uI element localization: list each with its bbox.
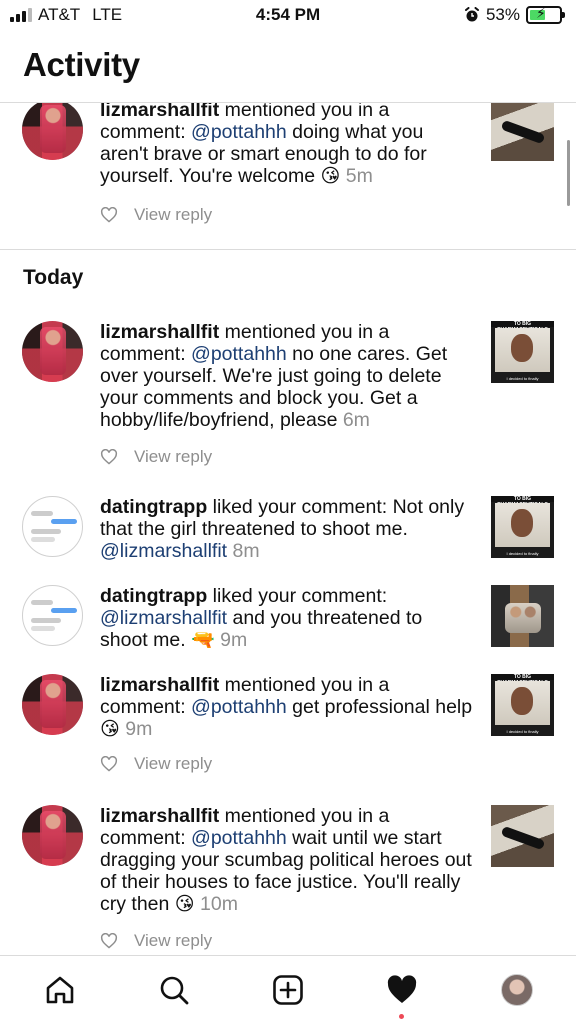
like-heart-icon[interactable] — [100, 933, 118, 949]
search-icon — [160, 976, 189, 1005]
battery-percent: 53% — [485, 5, 520, 24]
activity-item-like[interactable]: datingtrapp liked your comment: Not only… — [0, 496, 576, 576]
mention-link[interactable]: @lizmarshallfit — [100, 607, 227, 629]
scroll-indicator[interactable] — [567, 140, 570, 206]
timestamp: 9m — [220, 629, 248, 651]
reply-actions: View reply — [100, 205, 212, 225]
post-thumbnail[interactable]: TO BIG PHARMACEUTICALS I decided to fina… — [491, 321, 554, 383]
battery-icon: ⚡ — [526, 5, 565, 24]
tab-home[interactable] — [42, 972, 78, 1008]
kiss-emoji: 😘 — [320, 166, 341, 187]
kiss-emoji: 😘 — [100, 719, 120, 740]
charging-bolt-icon: ⚡ — [536, 5, 546, 21]
mention-link[interactable]: @pottahhh — [191, 121, 287, 143]
activity-item-mention[interactable]: lizmarshallfit mentioned you in a commen… — [0, 805, 576, 955]
tab-profile[interactable] — [499, 972, 535, 1008]
user-avatar[interactable] — [22, 321, 83, 382]
activity-item-mention-top[interactable]: lizmarshallfit mentioned you in a commen… — [0, 103, 576, 247]
activity-feed[interactable]: lizmarshallfit mentioned you in a commen… — [0, 103, 576, 955]
activity-text: lizmarshallfit mentioned you in a commen… — [100, 321, 448, 431]
view-reply-button[interactable]: View reply — [134, 447, 212, 467]
reply-actions: View reply — [100, 447, 212, 467]
heart-filled-icon — [387, 975, 417, 1003]
notification-dot — [399, 1014, 404, 1019]
page-title: Activity — [23, 46, 140, 83]
username[interactable]: lizmarshallfit — [100, 805, 219, 827]
post-thumbnail[interactable]: TO BIG PHARMACEUTICALS I decided to fina… — [491, 674, 554, 736]
timestamp: 8m — [232, 540, 260, 562]
username[interactable]: lizmarshallfit — [100, 103, 219, 121]
tab-create[interactable] — [270, 972, 306, 1008]
alarm-clock-icon — [464, 7, 479, 22]
user-avatar[interactable] — [22, 674, 83, 735]
user-avatar[interactable] — [22, 805, 83, 866]
tab-activity[interactable] — [384, 972, 420, 1008]
activity-text: lizmarshallfit mentioned you in a commen… — [100, 674, 473, 740]
like-heart-icon[interactable] — [100, 207, 118, 223]
mention-link[interactable]: @pottahhh — [191, 696, 287, 718]
post-thumbnail[interactable] — [491, 805, 554, 867]
user-avatar[interactable] — [22, 496, 83, 557]
status-bar: AT&T LTE 4:54 PM 53% ⚡ — [0, 0, 576, 32]
status-right: 53% ⚡ — [464, 5, 565, 25]
view-reply-button[interactable]: View reply — [134, 205, 212, 225]
section-title-today: Today — [23, 266, 84, 289]
section-divider — [0, 249, 576, 250]
bottom-tab-bar — [0, 955, 576, 1024]
username[interactable]: datingtrapp — [100, 496, 207, 518]
reply-actions: View reply — [100, 931, 212, 951]
like-heart-icon[interactable] — [100, 756, 118, 772]
kiss-emoji: 😘 — [174, 894, 195, 915]
activity-item-mention[interactable]: lizmarshallfit mentioned you in a commen… — [0, 321, 576, 471]
post-thumbnail[interactable] — [491, 585, 554, 647]
activity-text: lizmarshallfit mentioned you in a commen… — [100, 103, 475, 188]
mention-link[interactable]: @lizmarshallfit — [100, 540, 227, 562]
activity-text: datingtrapp liked your comment: @lizmars… — [100, 585, 423, 651]
mention-link[interactable]: @pottahhh — [191, 827, 287, 849]
like-heart-icon[interactable] — [100, 449, 118, 465]
activity-item-mention[interactable]: lizmarshallfit mentioned you in a commen… — [0, 674, 576, 784]
user-avatar[interactable] — [22, 103, 83, 160]
reply-actions: View reply — [100, 754, 212, 774]
tab-search[interactable] — [156, 972, 192, 1008]
username[interactable]: datingtrapp — [100, 585, 207, 607]
timestamp: 9m — [125, 718, 153, 740]
post-thumbnail[interactable]: TO BIG PHARMACEUTICALS I decided to fina… — [491, 496, 554, 558]
activity-text: datingtrapp liked your comment: Not only… — [100, 496, 465, 562]
timestamp: 10m — [200, 893, 238, 915]
timestamp: 6m — [342, 409, 370, 431]
mention-link[interactable]: @pottahhh — [191, 343, 287, 365]
water-gun-emoji: 🔫 — [191, 630, 215, 651]
view-reply-button[interactable]: View reply — [134, 754, 212, 774]
user-avatar[interactable] — [22, 585, 83, 646]
add-post-icon — [273, 975, 303, 1005]
view-reply-button[interactable]: View reply — [134, 931, 212, 951]
activity-item-like[interactable]: datingtrapp liked your comment: @lizmars… — [0, 585, 576, 665]
timestamp: 5m — [345, 165, 373, 187]
profile-avatar — [501, 974, 533, 1006]
username[interactable]: lizmarshallfit — [100, 321, 219, 343]
activity-text: lizmarshallfit mentioned you in a commen… — [100, 805, 472, 915]
username[interactable]: lizmarshallfit — [100, 674, 219, 696]
post-thumbnail[interactable] — [491, 103, 554, 161]
home-icon — [46, 976, 74, 1004]
